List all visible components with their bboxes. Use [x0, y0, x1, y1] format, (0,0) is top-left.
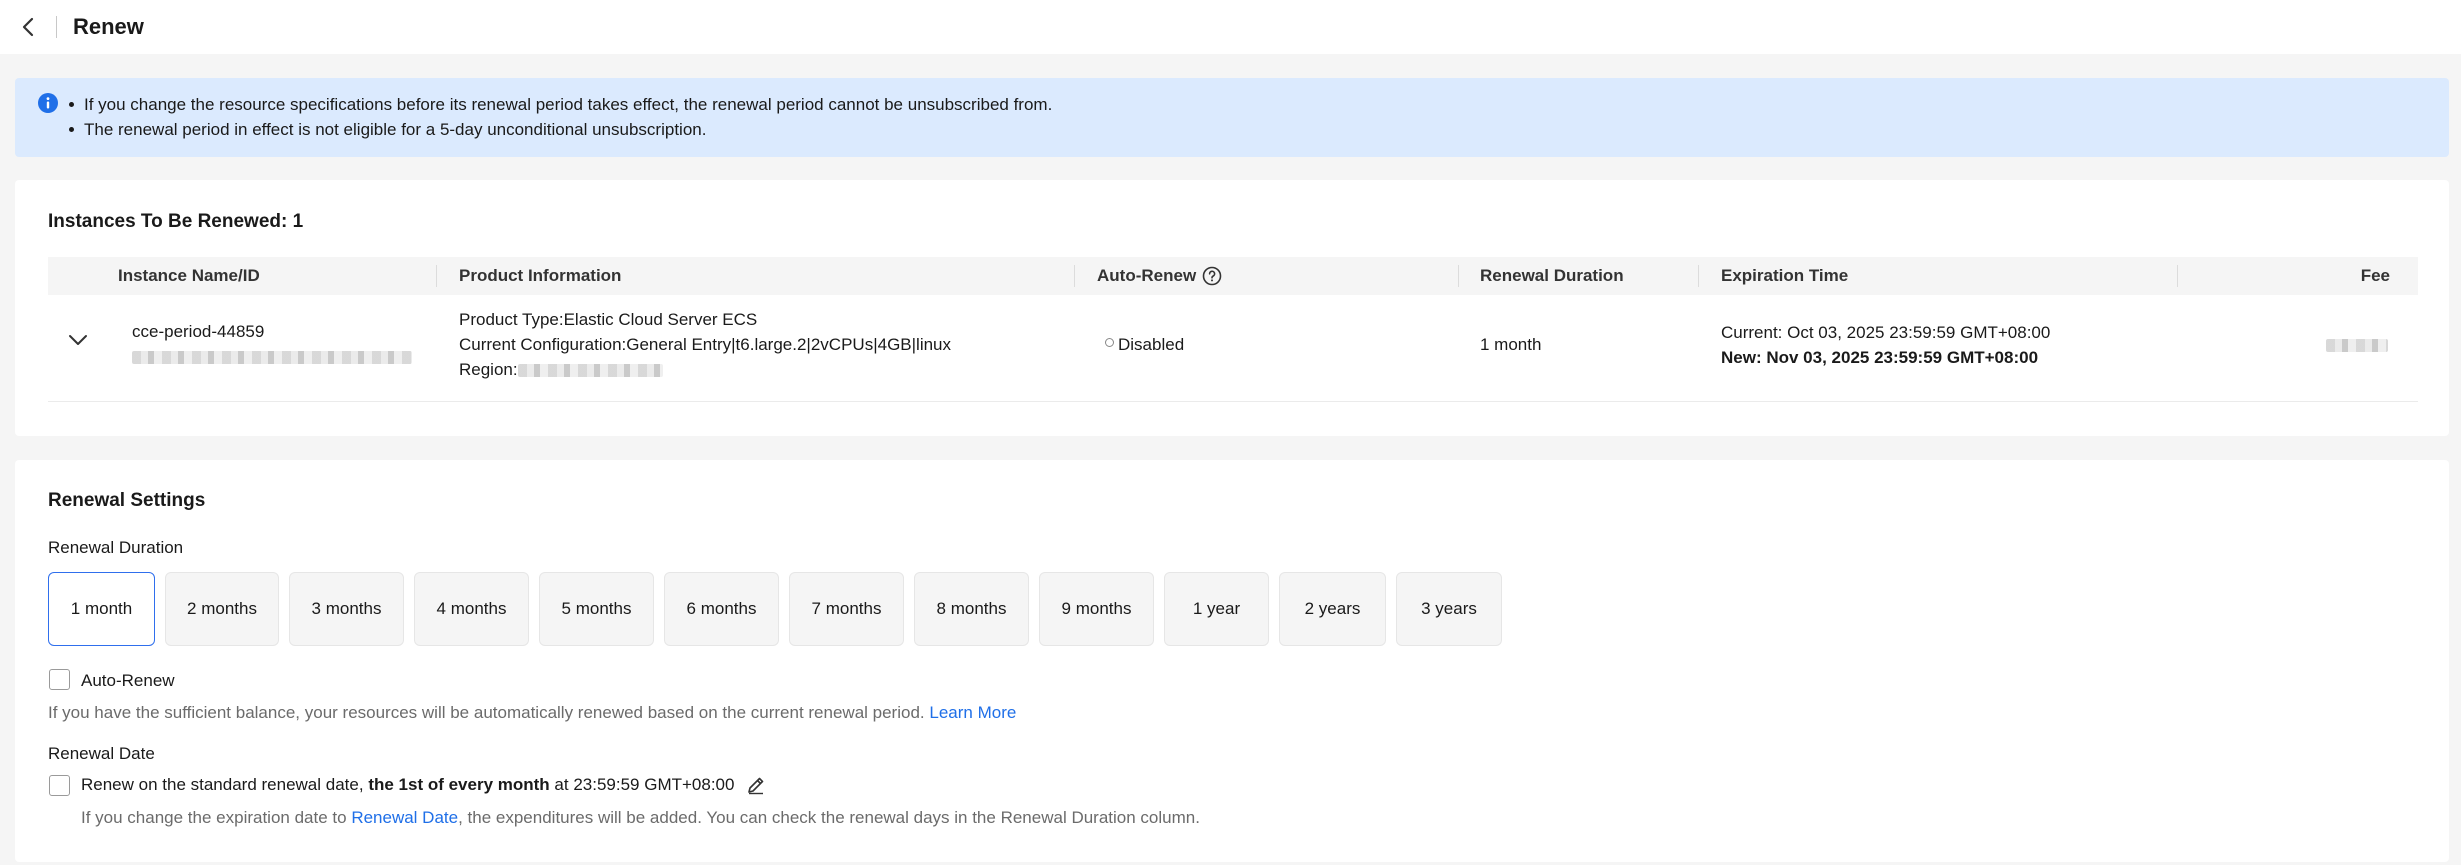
region-redacted	[517, 364, 663, 378]
help-icon[interactable]	[1202, 266, 1222, 286]
renewal-duration-value: 1 month	[1480, 335, 1542, 354]
column-divider	[1458, 265, 1459, 287]
product-region: Region:	[459, 357, 663, 382]
renewal-date-note: If you change the expiration date to Ren…	[81, 808, 1200, 828]
renewal-duration-label: Renewal Duration	[48, 538, 184, 557]
column-header-expiration: Expiration Time	[1721, 266, 1849, 285]
renewal-note-suffix: , the expenditures will be added. You ca…	[458, 808, 1200, 827]
renewal-date-checkbox[interactable]	[49, 775, 70, 796]
duration-option-2-months[interactable]: 2 months	[165, 572, 279, 646]
auto-renew-checkbox[interactable]	[49, 669, 70, 690]
info-icon	[38, 93, 58, 113]
auto-renew-description-text: If you have the sufficient balance, your…	[48, 703, 925, 722]
learn-more-link[interactable]: Learn More	[929, 703, 1016, 722]
expand-row-button[interactable]	[68, 329, 88, 354]
region-label: Region:	[459, 360, 518, 379]
top-bar: Renew	[0, 0, 2461, 54]
column-header-duration: Renewal Duration	[1480, 266, 1624, 285]
renewal-date-link[interactable]: Renewal Date	[351, 808, 458, 827]
notice-banner: If you change the resource specification…	[15, 78, 2449, 157]
notice-list: If you change the resource specification…	[68, 92, 1052, 157]
duration-option-3-months[interactable]: 3 months	[289, 572, 404, 646]
chevron-down-icon	[69, 335, 87, 345]
product-configuration: Current Configuration:General Entry|t6.l…	[459, 335, 952, 354]
duration-option-9-months[interactable]: 9 months	[1039, 572, 1154, 646]
duration-option-8-months[interactable]: 8 months	[914, 572, 1029, 646]
column-divider	[1698, 265, 1699, 287]
auto-renew-header-label: Auto-Renew	[1097, 266, 1197, 285]
instances-card: Instances To Be Renewed: 1 Instance Name…	[15, 180, 2449, 436]
duration-option-3-years[interactable]: 3 years	[1396, 572, 1502, 646]
product-type: Product Type:Elastic Cloud Server ECS	[459, 310, 758, 329]
duration-option-4-months[interactable]: 4 months	[414, 572, 529, 646]
renewal-date-suffix: at 23:59:59 GMT+08:00	[554, 775, 735, 794]
duration-option-1-month[interactable]: 1 month	[48, 572, 155, 646]
duration-option-1-year[interactable]: 1 year	[1164, 572, 1269, 646]
edit-icon[interactable]	[746, 775, 766, 795]
table-header: Instance Name/ID Product Information Aut…	[48, 257, 2418, 295]
column-divider	[436, 265, 437, 287]
auto-renew-label: Auto-Renew	[81, 671, 175, 690]
duration-options: 1 month 2 months 3 months 4 months 5 mon…	[48, 572, 1512, 646]
instances-table: Instance Name/ID Product Information Aut…	[48, 257, 2418, 402]
column-divider	[1074, 265, 1075, 287]
auto-renew-status: Disabled	[1105, 332, 1184, 357]
duration-option-6-months[interactable]: 6 months	[664, 572, 779, 646]
page-title: Renew	[73, 14, 144, 39]
chevron-left-icon	[22, 17, 34, 37]
back-button[interactable]	[16, 15, 40, 39]
renewal-date-label: Renewal Date	[48, 744, 155, 763]
fee-redacted	[2326, 332, 2388, 357]
new-expiration: New: Nov 03, 2025 23:59:59 GMT+08:00	[1721, 348, 2039, 367]
instances-title: Instances To Be Renewed: 1	[48, 211, 304, 232]
notice-item: The renewal period in effect is not elig…	[68, 117, 1052, 142]
duration-option-2-years[interactable]: 2 years	[1279, 572, 1386, 646]
auto-renew-description: If you have the sufficient balance, your…	[48, 703, 1016, 723]
column-header-auto-renew: Auto-Renew	[1097, 257, 1222, 295]
settings-title: Renewal Settings	[48, 490, 206, 511]
column-divider	[2177, 265, 2178, 287]
duration-option-7-months[interactable]: 7 months	[789, 572, 904, 646]
renewal-date-prefix: Renew on the standard renewal date,	[81, 775, 364, 794]
current-expiration: Current: Oct 03, 2025 23:59:59 GMT+08:00	[1721, 323, 2051, 342]
renewal-date-bold: the 1st of every month	[368, 775, 550, 794]
column-header-name: Instance Name/ID	[118, 266, 260, 285]
auto-renew-status-text: Disabled	[1118, 335, 1185, 354]
instance-name: cce-period-44859	[132, 322, 265, 341]
renewal-note-prefix: If you change the expiration date to	[81, 808, 347, 827]
table-row: cce-period-44859 Product Type:Elastic Cl…	[48, 295, 2418, 402]
renewal-settings-card: Renewal Settings Renewal Duration 1 mont…	[15, 460, 2449, 862]
notice-item: If you change the resource specification…	[68, 92, 1052, 117]
renewal-date-option: Renew on the standard renewal date, the …	[81, 775, 766, 795]
column-header-product: Product Information	[459, 266, 622, 285]
duration-option-5-months[interactable]: 5 months	[539, 572, 654, 646]
status-dot-icon	[1105, 338, 1114, 347]
instance-id-redacted	[132, 344, 412, 369]
title-divider	[56, 16, 57, 38]
column-header-fee: Fee	[2360, 266, 2390, 285]
